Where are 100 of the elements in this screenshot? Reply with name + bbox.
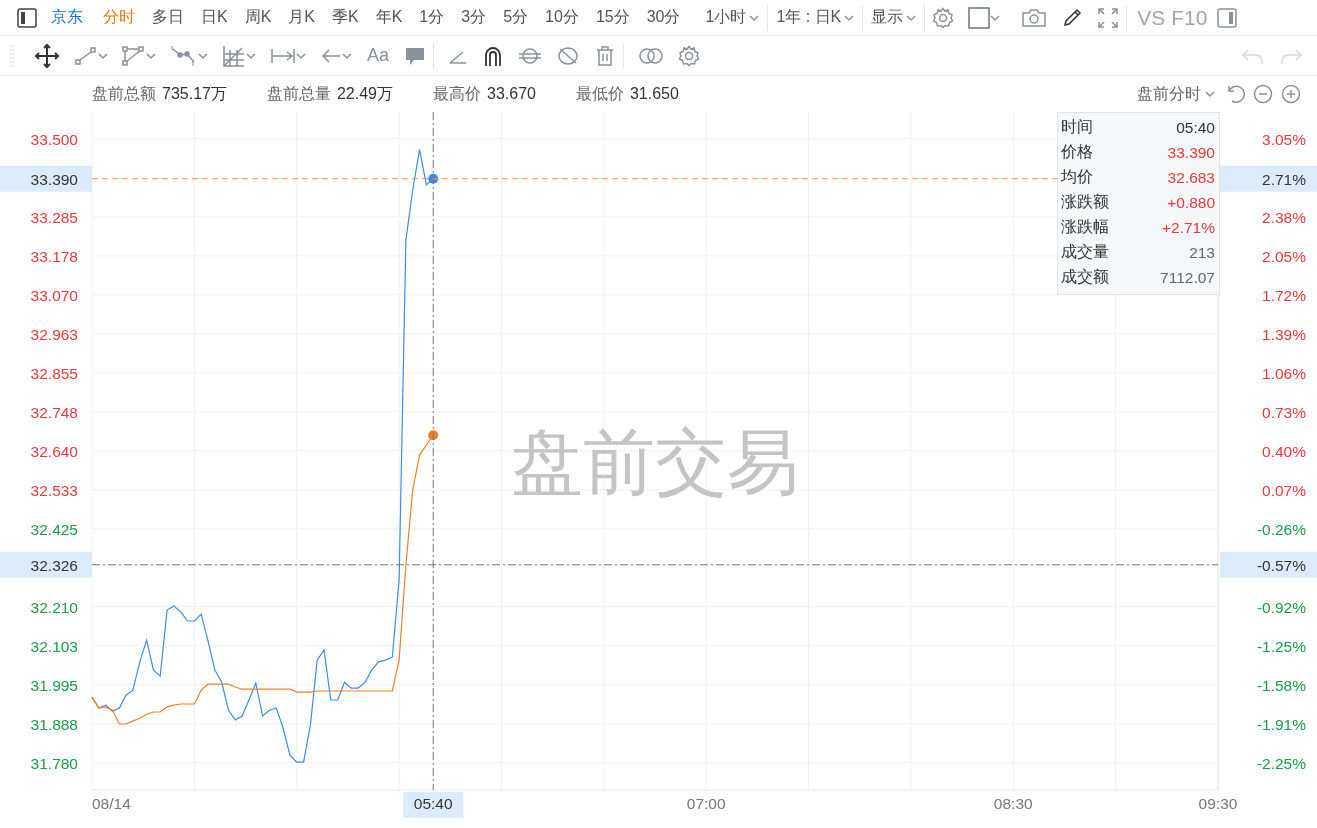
info-label: 价格 (1061, 142, 1093, 162)
info-label: 成交量 (1061, 242, 1109, 262)
polygon-tool-icon[interactable] (122, 44, 146, 67)
grid-tool-icon[interactable] (222, 43, 246, 68)
period-tab[interactable]: 30分 (646, 7, 681, 28)
caret-icon[interactable] (246, 51, 256, 60)
reset-icon[interactable] (1225, 84, 1245, 104)
linked-circles-icon[interactable] (638, 45, 665, 66)
caret-icon[interactable] (98, 51, 108, 60)
stat-value: 31.650 (629, 85, 679, 103)
info-label: 涨跌幅 (1061, 217, 1109, 237)
pencil-icon[interactable] (1061, 6, 1084, 29)
percent-tick-label: -2.25% (1256, 754, 1306, 772)
price-tick-label: 32.963 (30, 325, 78, 343)
stat-label: 最低价 (575, 83, 624, 104)
view-selector[interactable]: 盘前分时 (1137, 83, 1215, 105)
time-tick-label: 08:30 (993, 795, 1033, 812)
settings-icon[interactable] (678, 44, 701, 67)
price-tick-label: 33.070 (30, 286, 78, 304)
time-tick-label: 09:30 (1198, 795, 1238, 812)
sidebar-toggle-icon[interactable] (17, 7, 37, 28)
period-tab[interactable]: 1分 (419, 7, 445, 28)
period-tab[interactable]: 周K (244, 7, 272, 28)
line-tool-icon[interactable] (74, 44, 98, 67)
caret-icon (844, 13, 855, 22)
period-tab[interactable]: 5分 (503, 7, 529, 28)
info-label: 成交额 (1061, 267, 1109, 287)
info-value: +0.880 (1167, 193, 1215, 212)
zoom-out-icon[interactable] (1253, 84, 1273, 104)
percent-tick-label: 0.40% (1262, 442, 1306, 460)
info-value: 32.683 (1167, 168, 1215, 187)
percent-tick-label: -1.58% (1256, 676, 1306, 694)
settings-icon[interactable] (932, 6, 955, 29)
zoom-in-icon[interactable] (1281, 84, 1301, 104)
percent-tick-label: 1.72% (1262, 286, 1306, 304)
period-tab[interactable]: 3分 (461, 7, 487, 28)
price-tick-label: 32.103 (30, 637, 78, 655)
square-icon[interactable] (968, 6, 991, 29)
caret-icon[interactable] (990, 13, 1001, 22)
percent-tick-label: 0.07% (1262, 481, 1306, 499)
percent-tick-label: -1.25% (1256, 637, 1306, 655)
price-tick-label: 32.855 (30, 364, 78, 382)
eye-hidden-icon[interactable] (556, 44, 581, 67)
fullscreen-icon[interactable] (1097, 6, 1120, 29)
dropdown[interactable]: 显示 (863, 7, 925, 28)
info-label: 均价 (1061, 167, 1093, 187)
camera-icon[interactable] (1021, 7, 1048, 28)
wave-tool-icon[interactable] (170, 44, 198, 67)
period-tab[interactable]: 10分 (545, 7, 579, 28)
percent-tick-label: 1.39% (1262, 325, 1306, 343)
price-tick-label: 31.780 (30, 754, 78, 772)
stat-value: 22.49万 (336, 83, 393, 104)
panel-toggle-icon[interactable] (1217, 7, 1238, 28)
percent-tick-label: 2.05% (1262, 247, 1306, 265)
move-icon[interactable] (34, 42, 60, 69)
period-tab[interactable]: 日K (201, 7, 228, 28)
price-tick-label: 32.425 (30, 520, 78, 538)
info-value: 05:40 (1176, 118, 1215, 137)
stat-value: 735.17万 (162, 83, 227, 104)
percent-tick-label: 2.38% (1262, 208, 1306, 226)
crosshair-percent-text: -0.57% (1256, 556, 1306, 574)
period-tab[interactable]: 季K (332, 7, 359, 28)
period-tab[interactable]: 15分 (595, 7, 630, 28)
period-tab[interactable]: 年K (375, 7, 403, 28)
dropdown[interactable]: 1年 : 日K (768, 7, 863, 28)
percent-tick-label: -0.92% (1256, 598, 1306, 616)
time-tick-label: 07:00 (686, 795, 726, 812)
stock-name[interactable]: 京东 (51, 7, 83, 28)
dropdown[interactable]: 1小时 (697, 7, 768, 28)
time-tick-label: 08/14 (92, 795, 131, 812)
price-tick-label: 31.995 (30, 676, 78, 694)
price-tick-label: 32.210 (30, 598, 78, 616)
price-tick-label: 32.640 (30, 442, 78, 460)
caret-icon (1205, 90, 1215, 98)
stat-label: 最高价 (433, 83, 481, 104)
caret-icon[interactable] (198, 51, 208, 60)
info-value: 7112.07 (1160, 268, 1215, 287)
percent-tick-label: 3.05% (1262, 130, 1306, 148)
crosshair-time-text: 05:40 (413, 795, 453, 812)
period-tab[interactable]: 月K (288, 7, 315, 28)
caret-icon[interactable] (342, 51, 352, 60)
session-watermark: 盘前交易 (511, 422, 799, 502)
stat-label: 盘前总额 (92, 83, 156, 104)
price-tick-label: 31.888 (30, 715, 78, 733)
price-tick-label: 33.178 (30, 247, 78, 265)
price-tick-label: 32.748 (30, 403, 78, 421)
crosshair-time-label (403, 792, 464, 818)
price-tick-label: 32.533 (30, 481, 78, 499)
period-tab[interactable]: 多日 (152, 7, 184, 28)
info-label: 涨跌额 (1061, 192, 1109, 212)
info-value: 33.390 (1167, 143, 1215, 162)
caret-icon[interactable] (296, 51, 306, 60)
caret-icon[interactable] (146, 51, 156, 60)
percent-tick-label: 0.73% (1262, 403, 1306, 421)
price-tick-label: 33.500 (30, 130, 78, 148)
percent-tick-label: -0.26% (1256, 520, 1306, 538)
price-tick-label: 33.285 (30, 208, 78, 226)
info-value: 213 (1189, 243, 1215, 262)
crosshair-price-text: 33.390 (30, 170, 78, 188)
info-label: 时间 (1061, 117, 1093, 137)
